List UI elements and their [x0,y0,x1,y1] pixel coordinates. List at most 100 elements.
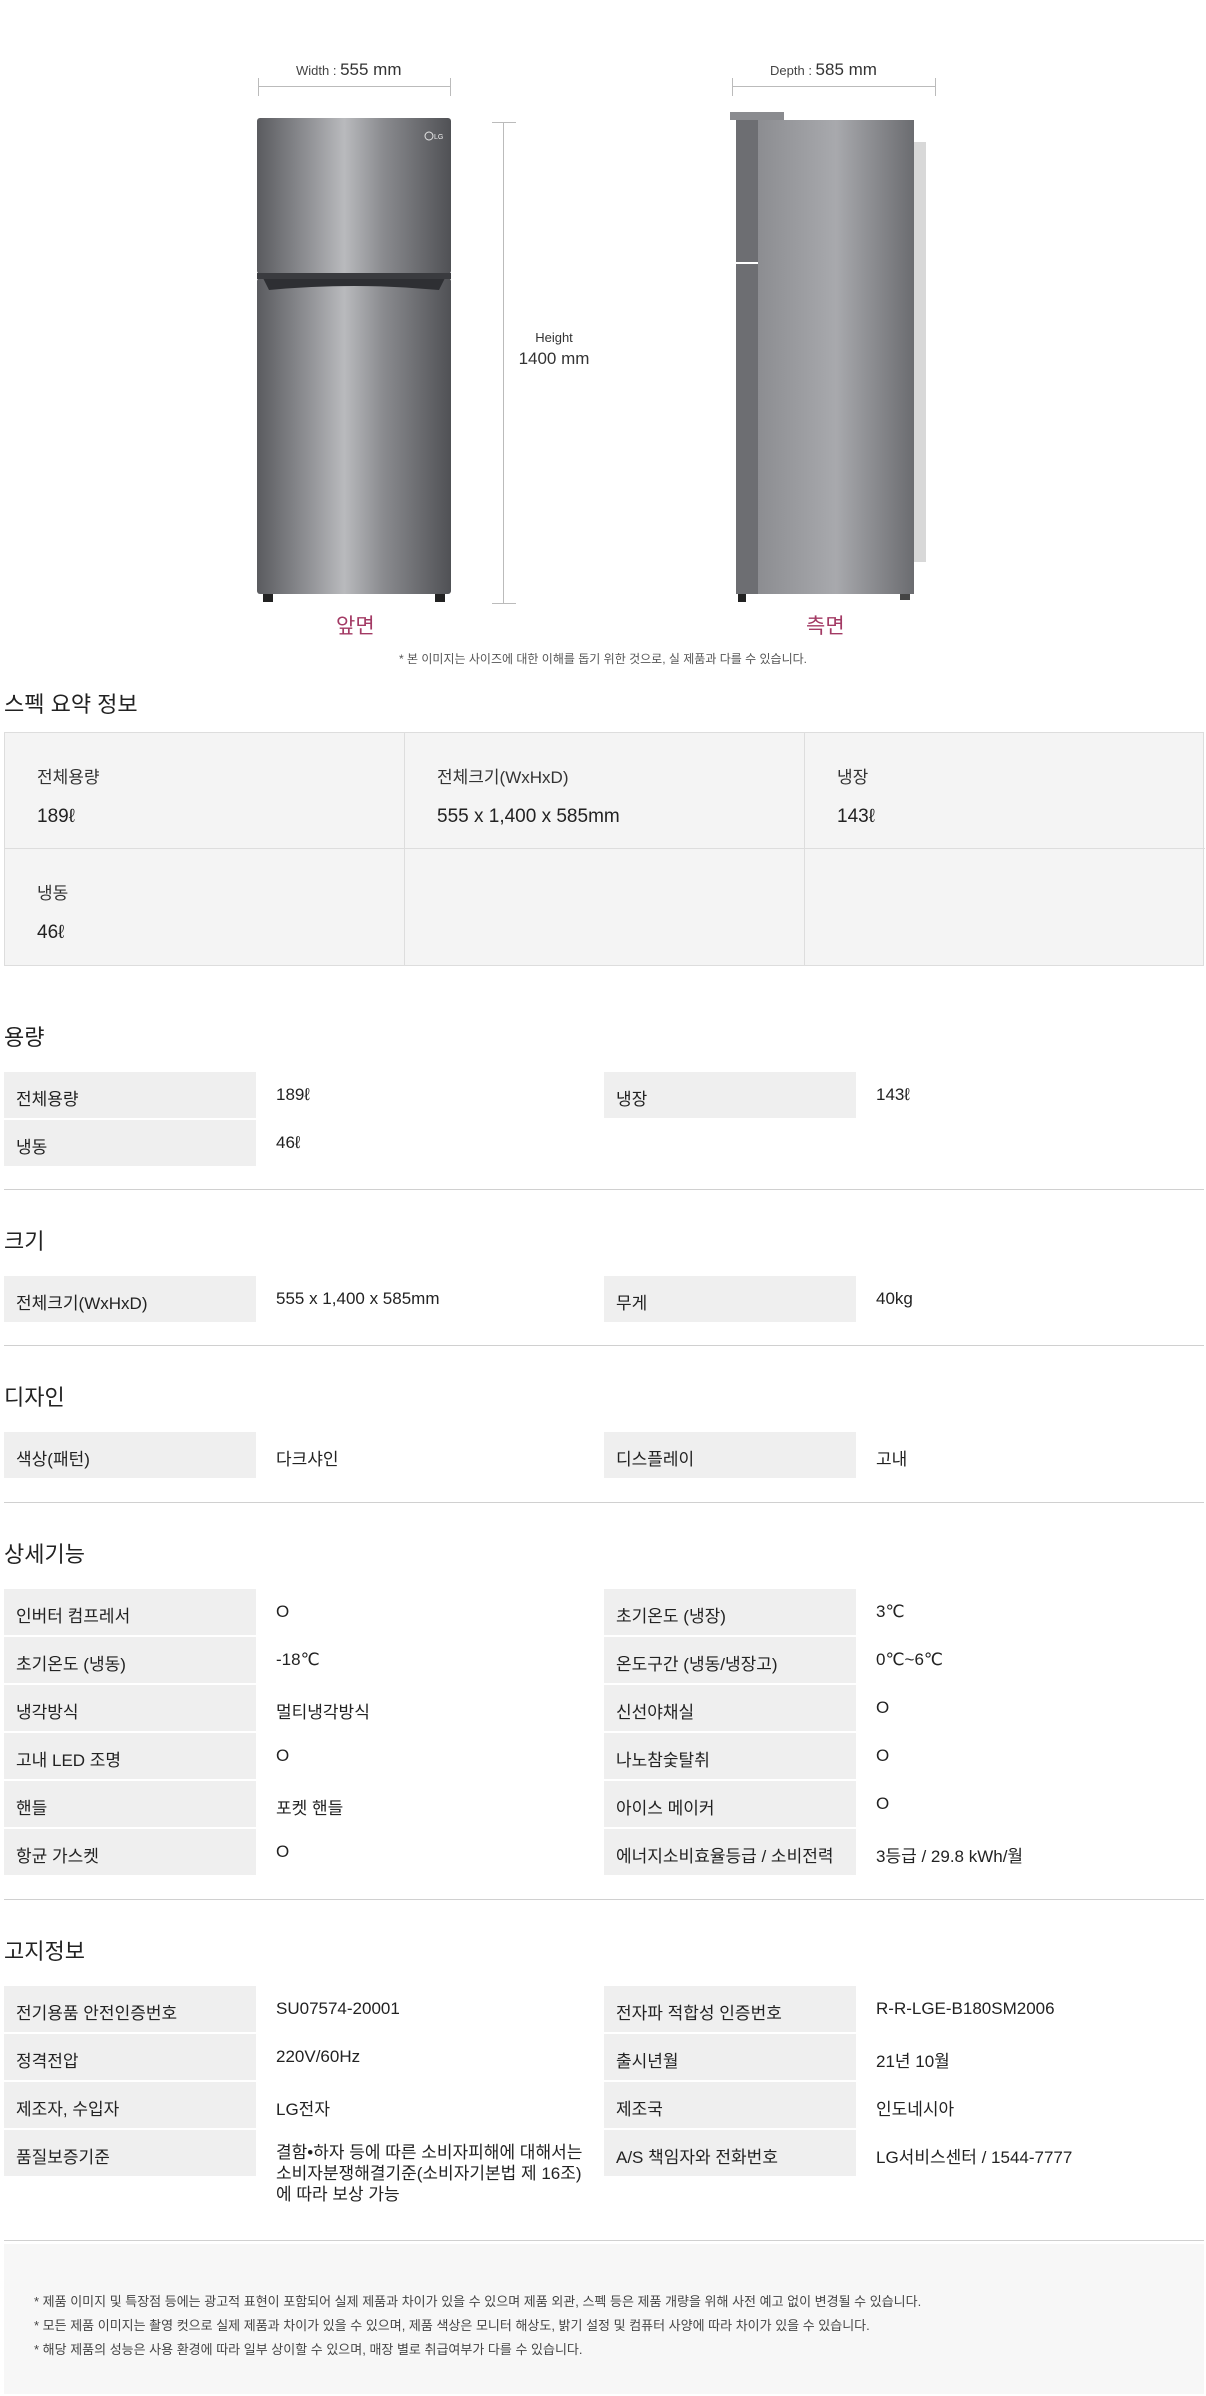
width-tick-right [450,78,451,96]
spec-value: O [876,1794,890,1813]
spec-label: 인버터 컴프레서 [4,1589,256,1635]
spec-label: 정격전압 [4,2034,256,2080]
spec-label: 제조국 [604,2082,856,2128]
spec-label: 무게 [604,1276,856,1322]
spec-row: 품질보증기준 결함•하자 등에 따른 소비자피해에 대해서는 소비자분쟁해결기준… [4,2130,1204,2212]
height-value: 1400 mm [518,349,590,368]
spec-value: 0℃~6℃ [876,1650,944,1669]
depth-annotation: Depth : 585 mm [770,60,877,79]
spec-value: 인도네시아 [876,2100,955,2119]
summary-cell-empty [405,849,805,965]
depth-tick-left [732,78,733,96]
notice-section: 고지정보 전기용품 안전인증번호 SU07574-20001 전자파 적합성 인… [4,1934,1204,2212]
spec-label: 전기용품 안전인증번호 [4,1986,256,2032]
spec-label: 온도구간 (냉동/냉장고) [604,1637,856,1683]
size-section: 크기 전체크기(WxHxD) 555 x 1,400 x 585mm 무게 40… [4,1224,1204,1324]
summary-cell-empty [805,849,1205,965]
spec-row: 초기온도 (냉동) -18℃ 온도구간 (냉동/냉장고) 0℃~6℃ [4,1637,1204,1685]
capacity-title: 용량 [4,1025,45,1050]
width-annotation: Width : 555 mm [296,60,402,79]
footer-note: * 제품 이미지 및 특장점 등에는 광고적 표현이 포함되어 실제 제품과 차… [34,2294,922,2309]
spec-row: 냉각방식 멀티냉각방식 신선야채실 O [4,1685,1204,1733]
spec-label: 초기온도 (냉동) [4,1637,256,1683]
spec-label: 신선야채실 [604,1685,856,1731]
spec-row: 인버터 컴프레서 O 초기온도 (냉장) 3℃ [4,1589,1204,1637]
spec-value: -18℃ [276,1650,320,1669]
spec-value: 고내 [876,1450,908,1469]
side-view-caption: 측면 [806,615,845,638]
spec-value: 40kg [876,1289,913,1308]
summary-label: 냉장 [837,768,869,787]
summary-label: 전체용량 [37,768,100,787]
width-label: Width [296,63,330,78]
spec-value: 189ℓ [276,1085,310,1104]
spec-label: 전체크기(WxHxD) [4,1276,256,1322]
spec-row: 항균 가스켓 O 에너지소비효율등급 / 소비전력 3등급 / 29.8 kWh… [4,1829,1204,1877]
refrigerator-side-image [730,112,926,602]
spec-row: 전체크기(WxHxD) 555 x 1,400 x 585mm 무게 40kg [4,1276,1204,1324]
height-tick-top [492,122,516,123]
spec-row: 전체용량 189ℓ 냉장 143ℓ [4,1072,1204,1120]
spec-label: 냉동 [4,1120,256,1166]
spec-value: R-R-LGE-B180SM2006 [876,1999,1055,2018]
summary-label: 전체크기(WxHxD) [437,768,569,787]
spec-summary-title: 스펙 요약 정보 [4,692,138,717]
spec-value: 21년 10월 [876,2052,950,2071]
spec-value: O [876,1746,890,1765]
spec-row: 제조자, 수입자 LG전자 제조국 인도네시아 [4,2082,1204,2130]
spec-value: 143ℓ [876,1085,910,1104]
spec-label: A/S 책임자와 전화번호 [604,2130,856,2176]
depth-line [732,86,936,87]
section-divider [4,1899,1204,1900]
spec-label: 에너지소비효율등급 / 소비전력 [604,1829,856,1875]
spec-label: 제조자, 수입자 [4,2082,256,2128]
spec-row: 핸들 포켓 핸들 아이스 메이커 O [4,1781,1204,1829]
spec-label: 초기온도 (냉장) [604,1589,856,1635]
spec-value: 3℃ [876,1602,905,1621]
spec-label: 핸들 [4,1781,256,1827]
section-divider [4,2240,1204,2241]
spec-label: 냉각방식 [4,1685,256,1731]
depth-value: 585 mm [815,60,877,79]
summary-value: 189ℓ [37,806,75,827]
spec-value: O [276,1842,290,1861]
depth-tick-right [935,78,936,96]
spec-value: 220V/60Hz [276,2047,361,2066]
notice-title: 고지정보 [4,1939,85,1964]
summary-cell: 냉장 143ℓ [805,733,1205,849]
spec-value: 555 x 1,400 x 585mm [276,1289,440,1308]
spec-row: 냉동 46ℓ [4,1120,1204,1168]
spec-label: 고내 LED 조명 [4,1733,256,1779]
spec-label: 항균 가스켓 [4,1829,256,1875]
spec-value: O [276,1746,290,1765]
spec-label: 아이스 메이커 [604,1781,856,1827]
footer-note: * 모든 제품 이미지는 촬영 컷으로 실제 제품과 차이가 있을 수 있으며,… [34,2318,870,2333]
capacity-section: 용량 전체용량 189ℓ 냉장 143ℓ 냉동 46ℓ [4,1020,1204,1168]
width-tick-left [258,78,259,96]
product-dimension-figure: Width : 555 mm Depth : 585 mm Height 140… [0,0,1206,680]
width-value: 555 mm [340,60,402,79]
spec-row: 전기용품 안전인증번호 SU07574-20001 전자파 적합성 인증번호 R… [4,1986,1204,2034]
footer-note: * 해당 제품의 성능은 사용 환경에 따라 일부 상이할 수 있으며, 매장 … [34,2342,583,2357]
spec-value: 다크샤인 [276,1450,339,1469]
image-disclaimer: * 본 이미지는 사이즈에 대한 이해를 돕기 위한 것으로, 실 제품과 다를… [399,652,807,666]
refrigerator-front-image: LG [257,118,451,602]
height-label: Height [535,330,573,345]
brand-logo-text: LG [434,134,443,141]
spec-label: 전체용량 [4,1072,256,1118]
summary-label: 냉동 [37,884,69,903]
design-section: 디자인 색상(패턴) 다크샤인 디스플레이 고내 [4,1380,1204,1480]
summary-cell: 전체크기(WxHxD) 555 x 1,400 x 585mm [405,733,805,849]
height-line [503,122,504,604]
spec-value: SU07574-20001 [276,1999,400,2018]
summary-value: 555 x 1,400 x 585mm [437,806,620,827]
spec-value: 멀티냉각방식 [276,1703,370,1722]
spec-label: 전자파 적합성 인증번호 [604,1986,856,2032]
depth-label: Depth [770,63,805,78]
section-divider [4,1189,1204,1190]
spec-value: LG서비스센터 / 1544-7777 [876,2148,1073,2167]
spec-label: 디스플레이 [604,1432,856,1478]
spec-value: O [876,1698,890,1717]
features-title: 상세기능 [4,1542,85,1567]
spec-row: 색상(패턴) 다크샤인 디스플레이 고내 [4,1432,1204,1480]
